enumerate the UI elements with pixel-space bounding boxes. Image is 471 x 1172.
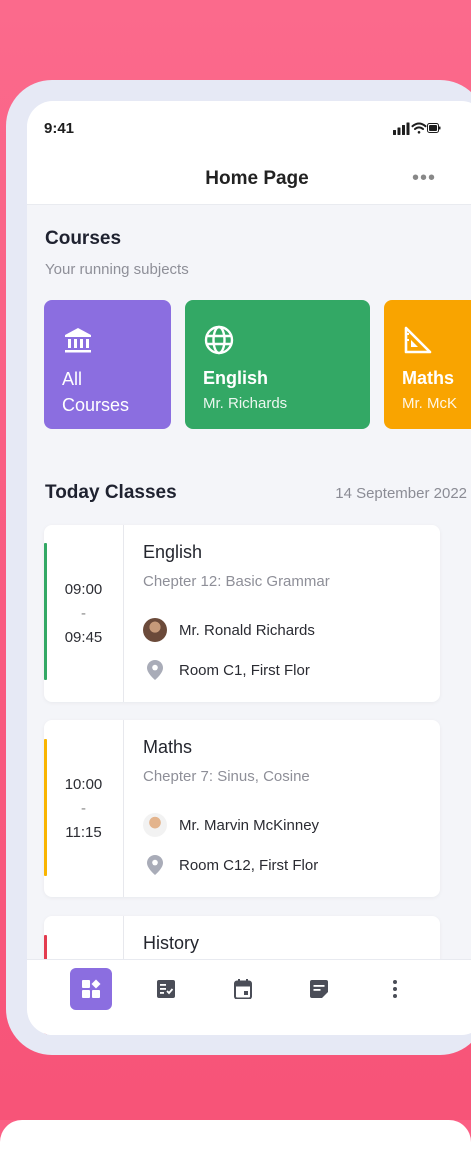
class-end-time: 09:45 (64, 629, 103, 646)
phone-screen: 9:41 Home Page ••• Courses Your running … (27, 101, 471, 1035)
class-subject: English (143, 542, 203, 562)
more-menu-button[interactable]: ••• (412, 167, 436, 190)
class-card-english[interactable]: 09:00 - 09:45 English Chepter 12: Basic … (44, 525, 440, 702)
location-pin-icon (147, 855, 163, 875)
bottom-sheet (0, 1120, 471, 1172)
avatar (143, 618, 167, 642)
class-teacher: Mr. Ronald Richards (179, 622, 315, 639)
more-vertical-icon (393, 980, 397, 998)
courses-title: Courses (45, 228, 122, 249)
status-icons (393, 122, 441, 135)
class-chapter: Chepter 12: Basic Grammar (143, 573, 330, 590)
nav-calendar[interactable] (222, 968, 264, 1010)
all-courses-line1: All (62, 369, 83, 389)
nav-notes[interactable] (298, 968, 340, 1010)
course-card-english[interactable]: English Mr. Richards (185, 300, 370, 429)
nav-dashboard[interactable] (70, 968, 112, 1010)
class-room: Room C1, First Flor (179, 662, 310, 679)
nav-more[interactable] (374, 968, 416, 1010)
location-pin-icon (147, 660, 163, 680)
notes-icon (310, 980, 328, 998)
class-start-time: 09:00 (64, 581, 103, 598)
class-subject: History (143, 933, 200, 953)
bank-icon (65, 328, 91, 353)
class-subject: Maths (143, 737, 193, 757)
course-teacher-english: Mr. Richards (203, 395, 288, 412)
class-time-separator: - (81, 605, 86, 622)
globe-icon (204, 325, 234, 355)
course-name-maths: Maths (402, 368, 455, 388)
class-room: Room C12, First Flor (179, 857, 319, 874)
top-bar: 9:41 Home Page ••• (27, 101, 471, 205)
page-title: Home Page (205, 168, 309, 189)
course-card-all[interactable]: All Courses (44, 300, 171, 429)
class-end-time: 11:15 (65, 824, 102, 841)
all-courses-line2: Courses (62, 395, 130, 415)
today-classes-title: Today Classes (45, 482, 177, 503)
wifi-icon (411, 122, 427, 134)
course-card-maths[interactable]: Maths Mr. McK (384, 300, 471, 429)
class-divider (123, 525, 124, 702)
signal-icon (393, 122, 410, 135)
avatar (143, 813, 167, 837)
status-time: 9:41 (44, 120, 75, 137)
bottom-navigation (27, 959, 471, 1035)
battery-icon (427, 123, 441, 133)
course-name-english: English (203, 368, 269, 388)
nav-tasks[interactable] (145, 968, 187, 1010)
calendar-icon (234, 979, 252, 999)
class-start-time: 10:00 (64, 776, 103, 793)
class-divider (123, 720, 124, 897)
course-teacher-maths: Mr. McK (402, 395, 457, 412)
dashboard-icon (82, 979, 101, 998)
today-date: 14 September 2022 (335, 485, 467, 502)
class-card-maths[interactable]: 10:00 - 11:15 Maths Chepter 7: Sinus, Co… (44, 720, 440, 897)
tasks-icon (157, 980, 175, 998)
courses-subtitle: Your running subjects (45, 261, 189, 278)
class-chapter: Chepter 7: Sinus, Cosine (143, 768, 310, 785)
set-square-icon (404, 326, 432, 354)
class-time-separator: - (81, 800, 86, 817)
class-teacher: Mr. Marvin McKinney (179, 817, 320, 834)
